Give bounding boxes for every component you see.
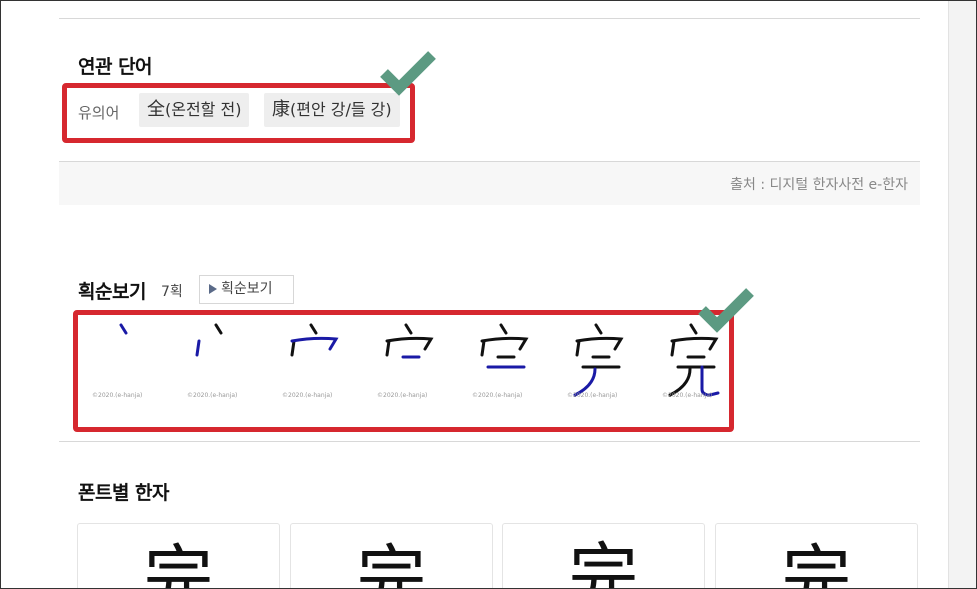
font-card-hanja: 完 [568, 539, 639, 589]
font-card[interactable]: 完 [290, 523, 493, 589]
font-card-hanja: 完 [781, 539, 852, 589]
stroke-order-play-button[interactable]: 획순보기 [199, 275, 294, 304]
source-bar: 출처 : 디지털 한자사전 e-한자 [59, 162, 920, 205]
stroke-order-button-label: 획순보기 [221, 281, 273, 297]
divider [59, 441, 920, 442]
divider [59, 18, 920, 19]
highlight-box-stroke [73, 310, 734, 432]
checkmark-icon [698, 288, 754, 333]
page: 연관 단어 유의어 全(온전할 전) 康(편안 강/들 강) 출처 : 디지털 … [0, 0, 977, 589]
font-card[interactable]: 完 [715, 523, 918, 589]
font-card[interactable]: 完 [502, 523, 705, 589]
font-variants-title: 폰트별 한자 [78, 482, 170, 504]
checkmark-icon [380, 51, 436, 96]
font-card[interactable]: 完 [77, 523, 280, 589]
font-card-hanja: 完 [143, 537, 214, 589]
scrollbar[interactable] [948, 1, 976, 588]
highlight-box-related [62, 83, 415, 143]
related-words-title: 연관 단어 [78, 56, 153, 78]
font-card-hanja: 完 [356, 537, 427, 589]
stroke-order-title: 획순보기 [78, 281, 146, 303]
source-text: 출처 : 디지털 한자사전 e-한자 [730, 177, 908, 193]
stroke-count: 7획 [161, 284, 183, 300]
play-icon [209, 284, 217, 294]
